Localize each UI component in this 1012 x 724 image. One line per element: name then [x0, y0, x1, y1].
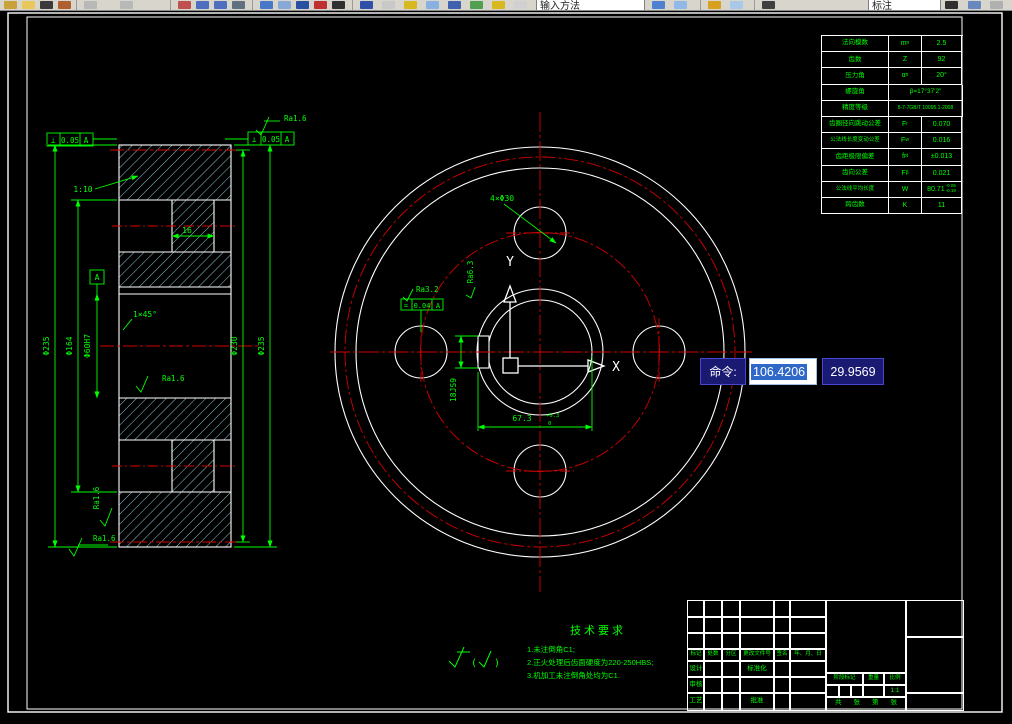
table-row: 压力角 αn 20°	[822, 68, 963, 85]
param-symbol: Fw	[889, 133, 922, 150]
gtol-left-datum: A	[84, 136, 89, 145]
cad-application-window: { "toolbar": { "style_combo": "输入方法", "d…	[0, 0, 1012, 724]
ucs-icon	[502, 284, 606, 374]
svg-text:): )	[494, 658, 500, 669]
dim-holes: 4×Φ30	[490, 194, 514, 203]
param-symbol: αn	[889, 68, 922, 85]
command-prompt-label: 命令:	[700, 358, 746, 385]
sheet-count-row: 共张第张	[825, 696, 907, 711]
param-value: 0.016	[922, 133, 962, 150]
param-symbol: f pt	[889, 149, 922, 166]
dim-bore-diameter: Φ60H7	[83, 334, 92, 358]
param-value: 0.021	[922, 165, 962, 182]
taper-label: 1:10	[73, 185, 92, 194]
ra-bore-label: Ra1.6	[162, 374, 185, 383]
param-value: 92	[922, 52, 962, 69]
tech-req-item: 2.正火处理后齿面硬度为220-250HBS;	[527, 658, 654, 667]
ra-web-label: Ra1.6	[92, 486, 101, 509]
param-label: 跨齿数	[822, 197, 889, 215]
param-value: 80.71 -0.05 -0.19	[922, 181, 962, 198]
ucs-x-label: X	[612, 360, 620, 375]
command-overlay: 命令: 106.4206 29.9569	[700, 358, 884, 385]
dim-rim-diameter: Φ164	[65, 336, 74, 355]
dim-keyway-depth: 67.3	[512, 414, 531, 423]
table-row: 齿圈径向跳动公差 Fr 0.070	[822, 116, 963, 134]
front-view[interactable]: Y X 4×Φ30 = 0.04 A Ra3.2 Ra6.3 18JS9 67.…	[330, 112, 752, 592]
tech-req-item: 3.机加工未注倒角处均为C1.	[527, 671, 620, 680]
chamfer-label: 1×45°	[133, 310, 157, 319]
command-x-value: 106.4206	[751, 363, 808, 380]
ra-flank-label: Ra1.6	[284, 114, 307, 123]
param-symbol: W	[889, 181, 922, 198]
table-row: 齿距极限偏差 f pt ±0.013	[822, 149, 963, 166]
param-value: β=17°37′2″	[889, 84, 963, 101]
param-value: ±0.013	[922, 149, 962, 166]
param-value: 20°	[922, 68, 962, 85]
table-row: 齿向公差 Fβ 0.021	[822, 165, 963, 182]
gtol-front-symbol: =	[404, 302, 408, 310]
dim-pitch-diameter: Φ230	[230, 336, 239, 355]
dim-keyway-depth-sub: 0	[548, 421, 551, 427]
dim-tip-diameter: Φ235	[42, 336, 51, 355]
dim-keyway-depth-sup: +0.3	[546, 413, 559, 419]
param-value: 11	[922, 197, 962, 215]
param-symbol: Fr	[889, 116, 922, 134]
role-approve: 批准	[739, 692, 775, 711]
gtol-right-value: 0.05	[262, 135, 280, 144]
front-centerlines	[330, 112, 752, 592]
tech-req-title: 技术要求	[570, 625, 626, 637]
ra-keyway-side: Ra6.3	[466, 261, 475, 284]
param-value: 2.5	[922, 36, 962, 53]
dim-tip-diameter-right: Φ235	[257, 336, 266, 355]
gtol-left-symbol: ⊥	[51, 136, 56, 145]
param-label: 公法线长度变动公差	[822, 133, 889, 150]
command-coordinate-input[interactable]: 106.4206	[749, 358, 817, 385]
table-row: 公法线长度变动公差 Fw 0.016	[822, 133, 963, 150]
gtol-right-datum: A	[285, 135, 290, 144]
param-label: 螺旋角	[822, 84, 889, 101]
table-row: 齿数 Z 92	[822, 52, 963, 69]
table-row: 公法线平均长度 W 80.71 -0.05 -0.19	[822, 181, 963, 198]
company-cell	[905, 692, 964, 711]
ra-face-label: Ra1.6	[93, 534, 116, 543]
param-symbol: mn	[889, 36, 922, 53]
param-symbol: Z	[889, 52, 922, 69]
param-label: 公法线平均长度	[822, 181, 889, 198]
param-label: 齿距极限偏差	[822, 149, 889, 166]
table-row: 螺旋角 β=17°37′2″	[822, 84, 963, 101]
tech-req-items: 1.未注倒角C1; 2.正火处理后齿面硬度为220-250HBS; 3.机加工未…	[527, 643, 707, 682]
table-row: 法向模数 mn 2.5	[822, 36, 963, 53]
param-label: 压力角	[822, 68, 889, 85]
param-label: 齿圈径向跳动公差	[822, 116, 889, 134]
param-symbol: Fβ	[889, 165, 922, 182]
command-y-value: 29.9569	[822, 358, 884, 385]
table-row: 精度等级 8-7-7GB/T 10095.1-2008	[822, 100, 963, 117]
drawing-name-cell	[825, 600, 907, 674]
gtol-left-value: 0.05	[61, 136, 79, 145]
title-block: 标记 处数 分区 更改文件号 签名 年、月、日 设计 标准化 审核 工艺 批准 …	[687, 600, 964, 711]
material-cell	[905, 636, 964, 694]
dim-web-thickness: 16	[182, 226, 192, 235]
param-value: 8-7-7GB/T 10095.1-2008	[889, 100, 963, 117]
gtol-right-symbol: ⊥	[252, 135, 257, 144]
gear-parameter-table[interactable]: 法向模数 mn 2.5 齿数 Z 92 压力角 αn 20° 螺旋角 β=17°…	[821, 35, 963, 215]
param-value: 0.070	[922, 116, 962, 134]
param-label: 法向模数	[822, 36, 889, 53]
drawing-number-cell	[905, 600, 964, 638]
ra-keyway-bottom: Ra3.2	[416, 285, 439, 294]
gtol-front-datum: A	[436, 302, 441, 310]
datum-a-label: A	[95, 273, 100, 282]
table-row: 跨齿数 K 11	[822, 197, 963, 215]
param-symbol: K	[889, 197, 922, 215]
param-label: 精度等级	[822, 100, 889, 117]
ucs-y-label: Y	[506, 255, 514, 270]
gtol-front-value: 0.04	[414, 302, 431, 310]
rest-mark-parens: (√) ()	[471, 658, 500, 669]
param-label: 齿向公差	[822, 165, 889, 182]
param-label: 齿数	[822, 52, 889, 69]
side-view[interactable]: Φ235 Φ164 Φ60H7 A Φ230 Φ235 16 1:10 1×45…	[42, 114, 307, 557]
tech-req-item: 1.未注倒角C1;	[527, 645, 575, 654]
svg-text:(: (	[471, 658, 477, 669]
dim-keyway-width: 18JS9	[449, 378, 458, 402]
